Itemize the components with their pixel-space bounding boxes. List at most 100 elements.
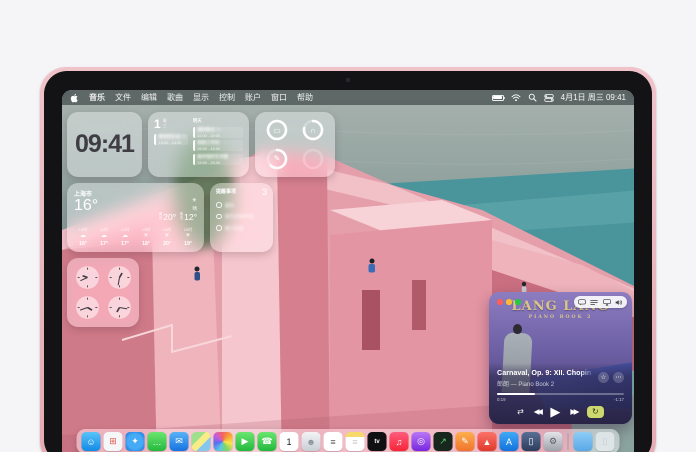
wifi-icon[interactable] (511, 94, 521, 102)
dock-icons: ☺⊞✦…✉▶☎1☻≡≡tv♫◎↗✎▲A▯⚙▯ (82, 432, 615, 451)
macbook-icon: ▭ (264, 117, 290, 143)
event-time: 09:00 - 10:00 (197, 146, 243, 151)
menu-window[interactable]: 窗口 (271, 92, 287, 103)
play-button[interactable]: ▶ (550, 405, 560, 418)
dock-downloads-folder-icon[interactable] (574, 432, 593, 451)
low-label: 最低 (179, 213, 183, 221)
favorite-button[interactable]: ☆ (598, 372, 609, 383)
dock-settings-icon[interactable]: ⚙ (544, 432, 563, 451)
hour-forecast: 12时 ☁ 17° (116, 227, 134, 247)
hour-forecast: 11时 ☁ 17° (95, 227, 113, 247)
dock-contacts-icon[interactable]: ☻ (302, 432, 321, 451)
dock-phone-icon[interactable]: ☎ (258, 432, 277, 451)
world-clock-widget[interactable] (67, 258, 139, 327)
dock-stocks-icon[interactable]: ↗ (434, 432, 453, 451)
calendar-widget[interactable]: 1 周三 棒球同乐会 ☁ 13:00 - 14:00 明天 遛狗聚会 ☁ 11:… (148, 112, 249, 177)
repeat-button[interactable]: ↻ (587, 406, 604, 418)
apple-menu-icon[interactable] (70, 93, 79, 103)
reminders-widget[interactable]: 提醒事项 3 遛狗 填写休假申请… 预订机票 (210, 183, 273, 252)
reminders-title: 提醒事项 (216, 188, 236, 195)
checkbox-circle-icon[interactable] (216, 225, 222, 231)
menu-edit[interactable]: 编辑 (141, 92, 157, 103)
menu-file[interactable]: 文件 (115, 92, 131, 103)
dock-safari-icon[interactable]: ✦ (126, 432, 145, 451)
track-title: Carnaval, Op. 9: XII. Chopin (497, 368, 594, 377)
dock-notes-icon[interactable]: ≡ (346, 432, 365, 451)
event-time: 19:00 - 20:00 (197, 160, 243, 165)
clock-widget[interactable]: 09:41 (67, 112, 142, 177)
event-time: 11:00 - 12:00 (197, 133, 243, 138)
calendar-event-today[interactable]: 棒球同乐会 ☁ 13:00 - 14:00 (154, 134, 188, 145)
device-bezel: 音乐 文件 编辑 歌曲 显示 控制 账户 窗口 帮助 (44, 71, 652, 452)
dock-facetime-icon[interactable]: ▶ (236, 432, 255, 451)
player-controls-panel: Carnaval, Op. 9: XII. Chopin 郎朗 — Piano … (489, 363, 632, 424)
dock-iphone-mirroring-icon[interactable]: ▯ (522, 432, 541, 451)
shuffle-button[interactable]: ⇄ (517, 407, 524, 416)
next-button[interactable]: ▶▶ (570, 407, 577, 416)
dock-finder-icon[interactable]: ☺ (82, 432, 101, 451)
sun-icon: ☀ (137, 233, 155, 241)
weather-temp: 16° (74, 198, 98, 215)
reminder-item[interactable]: 预订机票 (216, 225, 267, 232)
calendar-event[interactable]: 烘焙工作坊 09:00 - 10:00 (193, 140, 243, 151)
battery-ring-headphones: ∩ (300, 117, 326, 143)
calendar-event[interactable]: 美术馆的艺术展 19:00 - 20:00 (193, 154, 243, 165)
progress-bar[interactable] (497, 393, 624, 396)
battery-icon[interactable] (492, 95, 504, 101)
minimize-button[interactable] (506, 299, 512, 305)
weather-condition: 晴 (158, 207, 197, 212)
reminder-item[interactable]: 遛狗 (216, 202, 267, 209)
more-button[interactable]: ⋯ (613, 372, 624, 383)
weather-widget[interactable]: 上海市 16° ☀ 晴 最高 20° (67, 183, 204, 252)
volume-icon[interactable] (615, 299, 623, 306)
hour-forecast: 10时 ☁ 16° (74, 227, 92, 247)
music-miniplayer[interactable]: LANG LANG PIANO BOOK 2 (489, 292, 632, 424)
hour-forecast: 15时 ☀ 19° (179, 227, 197, 247)
track-artist: 郎朗 — Piano Book 2 (497, 379, 594, 388)
dock-trash-icon[interactable]: ▯ (596, 432, 615, 451)
dock-podcasts-icon[interactable]: ◎ (412, 432, 431, 451)
dock-reminders-icon[interactable]: ≡ (324, 432, 343, 451)
lyrics-icon[interactable] (578, 299, 586, 306)
dock-photos-icon[interactable] (214, 432, 233, 451)
checkbox-circle-icon[interactable] (216, 202, 222, 208)
menubar: 音乐 文件 编辑 歌曲 显示 控制 账户 窗口 帮助 (62, 90, 634, 105)
dock-messages-icon[interactable]: … (148, 432, 167, 451)
analog-clock (74, 294, 101, 321)
queue-icon[interactable] (590, 299, 598, 306)
sun-icon: ☀ (192, 198, 197, 204)
search-icon[interactable] (528, 93, 537, 102)
calendar-tomorrow-label: 明天 (193, 118, 243, 124)
dock-rocket-icon[interactable]: ▲ (478, 432, 497, 451)
close-button[interactable] (497, 299, 503, 305)
dock-apple-tv-icon[interactable]: tv (368, 432, 387, 451)
menubar-datetime[interactable]: 4月1日 周三 09:41 (561, 92, 626, 103)
battery-ring-empty (300, 146, 326, 172)
previous-button[interactable]: ◀◀ (534, 407, 541, 416)
dock-app-store-icon[interactable]: A (500, 432, 519, 451)
dock-launchpad-icon[interactable]: ⊞ (104, 432, 123, 451)
control-center-icon[interactable] (544, 94, 554, 102)
menu-view[interactable]: 显示 (193, 92, 209, 103)
batteries-widget[interactable]: ▭ ∩ ✎ (255, 112, 335, 177)
cloud-icon: ☁ (95, 233, 113, 241)
dock-mail-icon[interactable]: ✉ (170, 432, 189, 451)
player-toolbar (574, 296, 628, 308)
dock-pages-icon[interactable]: ✎ (456, 432, 475, 451)
window-controls (497, 299, 521, 305)
menu-music[interactable]: 音乐 (89, 92, 105, 103)
menu-song[interactable]: 歌曲 (167, 92, 183, 103)
calendar-event[interactable]: 遛狗聚会 ☁ 11:00 - 12:00 (193, 127, 243, 138)
hour-forecast: 14时 ☀ 20° (158, 227, 176, 247)
zoom-button[interactable] (515, 299, 521, 305)
menu-account[interactable]: 账户 (245, 92, 261, 103)
checkbox-circle-icon[interactable] (216, 214, 222, 220)
dock-music-icon[interactable]: ♫ (390, 432, 409, 451)
dock-maps-icon[interactable] (192, 432, 211, 451)
reminder-item[interactable]: 填写休假申请… (216, 213, 267, 220)
battery-ring-macbook: ▭ (264, 117, 290, 143)
menu-help[interactable]: 帮助 (297, 92, 313, 103)
menu-controls[interactable]: 控制 (219, 92, 235, 103)
dock-calendar-icon[interactable]: 1 (280, 432, 299, 451)
airplay-icon[interactable] (603, 299, 611, 306)
